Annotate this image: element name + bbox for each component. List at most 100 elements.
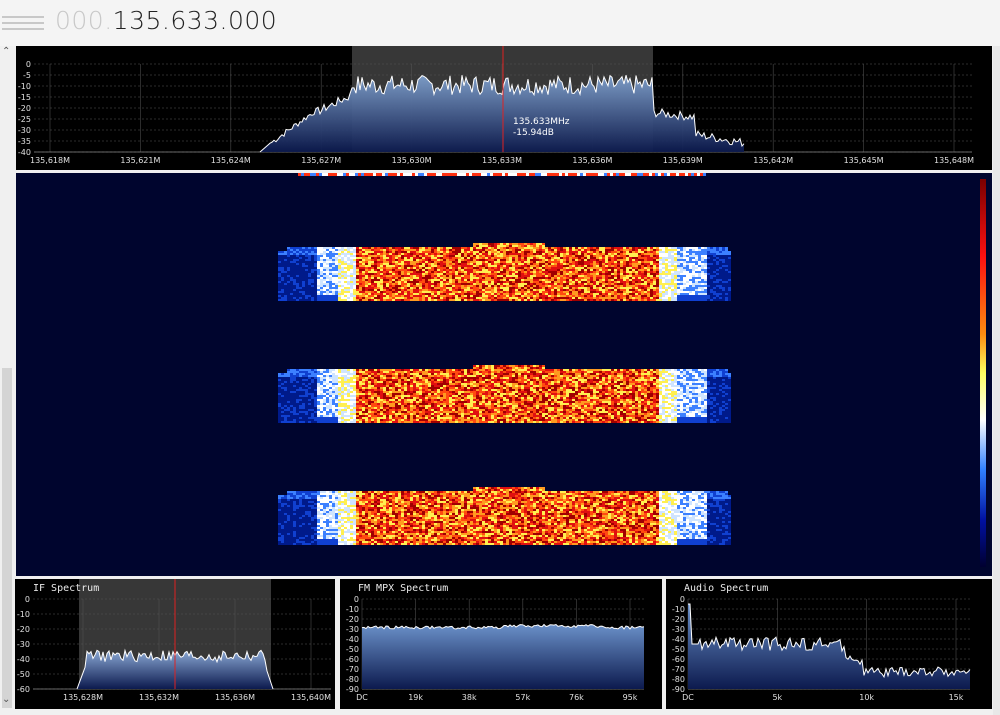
waterfall-cell [329, 281, 332, 283]
waterfall-cell [431, 263, 434, 265]
frequency-display[interactable]: 000.135.633.000 [55, 6, 277, 35]
waterfall-cell [599, 257, 602, 259]
waterfall-cell [485, 289, 488, 291]
waterfall-cell [704, 271, 707, 273]
waterfall-cell [647, 375, 650, 377]
waterfall-cell [605, 263, 608, 265]
waterfall-cell [527, 247, 530, 249]
waterfall-cell [581, 269, 584, 271]
waterfall-cell [296, 369, 299, 371]
waterfall-cell [413, 247, 416, 249]
waterfall-cell [491, 279, 494, 281]
waterfall-cell [635, 295, 638, 297]
waterfall-cell [395, 265, 398, 267]
waterfall-cell [683, 269, 686, 271]
waterfall-cell [572, 255, 575, 257]
waterfall-cell [485, 285, 488, 287]
waterfall-cell [494, 259, 497, 261]
waterfall-cell [299, 269, 302, 271]
waterfall-cell [455, 291, 458, 293]
main-spectrum-plot[interactable]: 135.633MHz -15.94dB 0-5-10-15-20-25-30-3… [16, 46, 992, 170]
waterfall-cell [680, 261, 683, 263]
waterfall-cell [362, 295, 365, 297]
waterfall-cell [515, 285, 518, 287]
waterfall-cell [533, 281, 536, 283]
waterfall-cell [671, 293, 674, 295]
waterfall-cell [320, 269, 323, 271]
waterfall-cell [578, 263, 581, 265]
waterfall-cell [428, 279, 431, 281]
waterfall-cell [278, 261, 281, 263]
waterfall-cell [557, 275, 560, 277]
waterfall-cell [464, 377, 467, 379]
waterfall-cell [284, 281, 287, 283]
waterfall-cell [653, 291, 656, 293]
waterfall-cell [380, 259, 383, 261]
waterfall-cell [644, 285, 647, 287]
waterfall-cell [308, 377, 311, 379]
waterfall-cell [278, 255, 281, 257]
scroll-down-icon[interactable]: ⌄ [2, 694, 10, 705]
waterfall-cell [533, 283, 536, 285]
waterfall-cell [659, 291, 662, 293]
waterfall-cell [347, 281, 350, 283]
waterfall-cell [290, 291, 293, 293]
waterfall-cell [338, 289, 341, 291]
vertical-scrollbar[interactable]: ⌃ ⌄ [0, 46, 14, 715]
waterfall-cell [527, 273, 530, 275]
waterfall-cell [320, 259, 323, 261]
waterfall-cell [317, 255, 320, 257]
waterfall-cell [284, 255, 287, 257]
waterfall-cell [530, 279, 533, 281]
waterfall-cell [560, 255, 563, 257]
scroll-thumb[interactable] [2, 368, 12, 708]
waterfall-cell [371, 277, 374, 279]
waterfall-cell [476, 291, 479, 293]
waterfall-cell [302, 283, 305, 285]
waterfall-cell [524, 285, 527, 287]
waterfall-cell [707, 277, 710, 279]
waterfall-cell [695, 259, 698, 261]
waterfall-cell [455, 265, 458, 267]
waterfall-cell [374, 257, 377, 259]
waterfall-cell [515, 259, 518, 261]
waterfall-cell [365, 251, 368, 253]
waterfall-cell [425, 289, 428, 291]
waterfall-cell [323, 267, 326, 269]
waterfall-cell [614, 271, 617, 273]
waterfall-cell [521, 297, 524, 299]
waterfall-cell [449, 257, 452, 259]
waterfall-cell [290, 297, 293, 299]
waterfall-display[interactable] [16, 173, 992, 576]
waterfall-cell [716, 263, 719, 265]
waterfall-cell [470, 253, 473, 255]
waterfall-cell [515, 371, 518, 373]
main-spectrum-panel[interactable]: 135.633MHz -15.94dB 0 -5 -10 -15 -20 -25 -30 -3… [16, 46, 992, 170]
waterfall-cell [593, 269, 596, 271]
waterfall-cell [356, 261, 359, 263]
waterfall-cell [479, 269, 482, 271]
waterfall-cell [575, 289, 578, 291]
waterfall-cell [569, 247, 572, 249]
waterfall-cell [629, 253, 632, 255]
waterfall-cell [668, 283, 671, 285]
waterfall-cell [560, 269, 563, 271]
waterfall-cell [407, 279, 410, 281]
waterfall-cell [539, 247, 542, 249]
waterfall-cell [572, 289, 575, 291]
waterfall-cell [299, 291, 302, 293]
waterfall-cell [470, 271, 473, 273]
waterfall-cell [539, 285, 542, 287]
waterfall-cell [542, 371, 545, 373]
waterfall-cell [329, 293, 332, 295]
waterfall-cell [335, 257, 338, 259]
waterfall-plot[interactable] [16, 173, 992, 576]
waterfall-cell [512, 243, 515, 245]
waterfall-cell [713, 291, 716, 293]
waterfall-cell [335, 263, 338, 265]
waterfall-cell [398, 273, 401, 275]
waterfall-cell [620, 255, 623, 257]
scroll-up-icon[interactable]: ⌃ [2, 46, 10, 57]
menu-icon[interactable] [2, 12, 44, 32]
waterfall-cell [620, 271, 623, 273]
